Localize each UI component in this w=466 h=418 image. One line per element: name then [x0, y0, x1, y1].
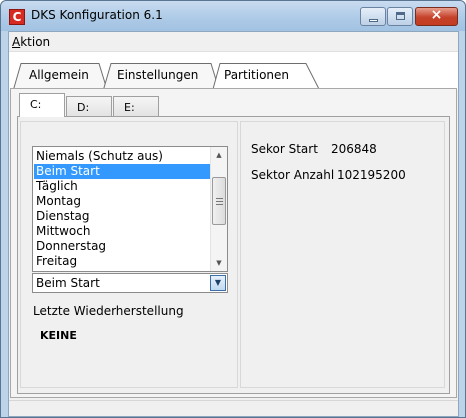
grip-icon	[216, 198, 223, 205]
last-restore-label: Letzte Wiederherstellung	[33, 304, 184, 318]
drive-tab-c[interactable]: C:	[19, 93, 65, 117]
listbox-scrollbar[interactable]: ▲ ▼	[210, 147, 227, 271]
list-item[interactable]: Montag	[34, 194, 210, 209]
tab-einstellungen-label: Einstellungen	[117, 68, 199, 82]
sector-count-label: Sektor Anzahl	[251, 168, 335, 182]
partition-info-section: Sekor Start 206848 Sektor Anzahl 1021952…	[240, 121, 445, 388]
tab-allgemein[interactable]: Allgemein	[13, 62, 109, 90]
app-logo-icon: C	[9, 9, 25, 25]
drive-tab-e[interactable]: E:	[113, 96, 159, 117]
drive-tab-d[interactable]: D:	[66, 96, 112, 117]
list-item[interactable]: Dienstag	[34, 209, 210, 224]
tab-partitionen[interactable]: Partitionen	[212, 62, 322, 92]
window-title: DKS Konfiguration 6.1	[31, 8, 163, 22]
list-item[interactable]: Täglich	[34, 179, 210, 194]
schedule-listbox[interactable]: Niemals (Schutz aus) Beim Start Täglich …	[32, 146, 228, 272]
tab-partitionen-label: Partitionen	[224, 68, 289, 82]
chevron-down-icon[interactable]: ▼	[210, 275, 226, 291]
menu-aktion-accelerator: A	[12, 35, 21, 49]
last-restore-value: KEINE	[40, 329, 77, 342]
main-tab-strip: Allgemein Einstellungen Partitionen	[9, 52, 458, 92]
scroll-down-icon[interactable]: ▼	[211, 255, 227, 271]
tab-einstellungen[interactable]: Einstellungen	[103, 62, 221, 90]
sector-start-value: 206848	[331, 142, 377, 156]
sector-count-value: 102195200	[337, 168, 406, 182]
list-item[interactable]: Mittwoch	[34, 224, 210, 239]
menu-aktion[interactable]: Aktion	[12, 35, 50, 49]
drive-tab-d-label: D:	[77, 101, 90, 114]
drive-tab-c-label: C:	[30, 98, 42, 111]
maximize-icon	[396, 12, 405, 20]
schedule-combobox[interactable]: Beim Start ▼	[32, 273, 228, 293]
minimize-button[interactable]	[360, 7, 386, 26]
drive-panel: Niemals (Schutz aus) Beim Start Täglich …	[17, 116, 450, 394]
menu-aktion-label: ktion	[20, 35, 51, 49]
scroll-up-icon[interactable]: ▲	[211, 147, 227, 163]
combobox-value: Beim Start	[36, 276, 100, 290]
minimize-icon	[369, 19, 378, 22]
list-item[interactable]: Donnerstag	[34, 239, 210, 254]
app-window: C DKS Konfiguration 6.1 × Aktion Allgeme…	[0, 0, 466, 418]
schedule-section: Niemals (Schutz aus) Beim Start Täglich …	[20, 121, 238, 388]
sector-start-label: Sekor Start	[251, 142, 318, 156]
drive-tab-e-label: E:	[124, 101, 135, 114]
status-bar	[9, 400, 458, 416]
list-item-selected[interactable]: Beim Start	[34, 164, 210, 179]
client-area: Aktion Allgemein Einstellungen Partition…	[8, 31, 459, 417]
menu-bar: Aktion	[9, 32, 458, 52]
list-item[interactable]: Niemals (Schutz aus)	[34, 149, 210, 164]
maximize-button[interactable]	[387, 7, 413, 26]
close-button[interactable]: ×	[415, 7, 458, 26]
list-item[interactable]: Freitag	[34, 254, 210, 269]
partitionen-panel: C: D: E: Niemals (Schutz aus) Beim Start…	[10, 88, 457, 398]
tab-allgemein-label: Allgemein	[29, 68, 89, 82]
scroll-thumb[interactable]	[212, 177, 226, 225]
close-icon: ×	[430, 7, 443, 23]
title-bar[interactable]: C DKS Konfiguration 6.1 ×	[1, 1, 465, 31]
